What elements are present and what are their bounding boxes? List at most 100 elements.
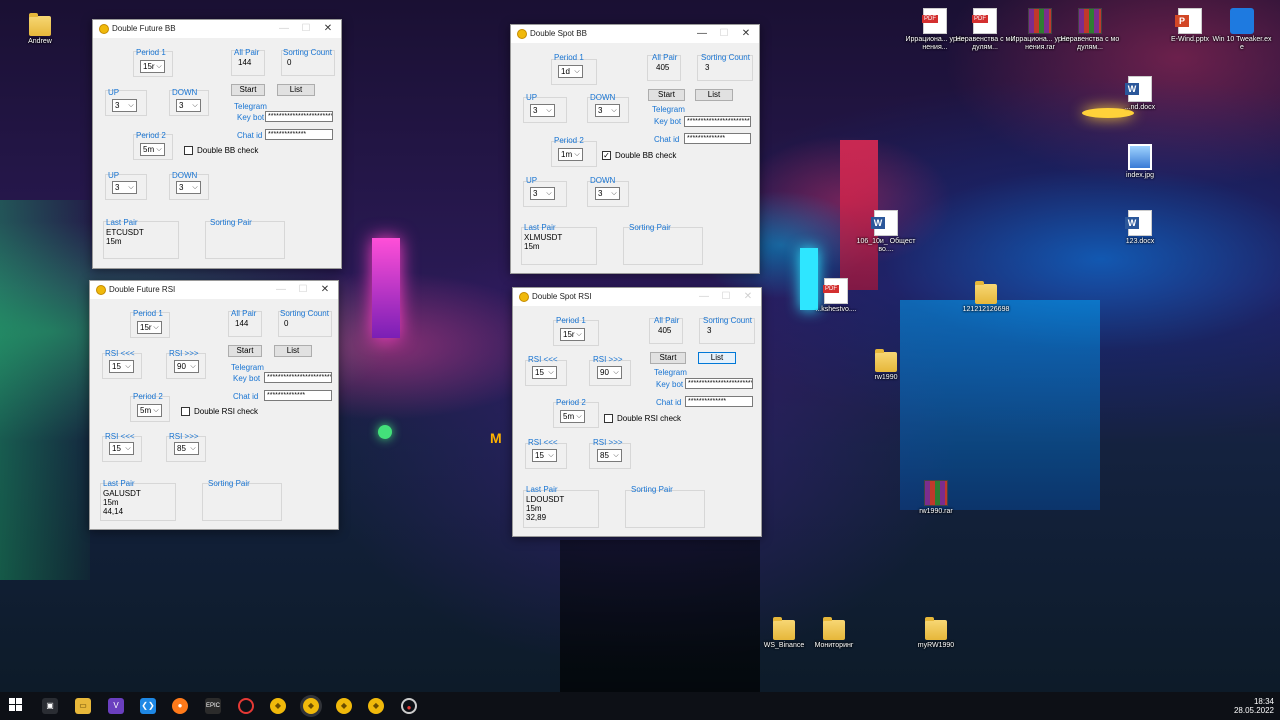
close-icon[interactable]: ✕ (737, 289, 759, 305)
rsi-low-select[interactable]: 15 ⌵ (109, 360, 134, 373)
start-button[interactable]: Start (231, 84, 265, 96)
windows-start-icon[interactable] (8, 698, 24, 714)
down2-label: DOWN (172, 171, 198, 180)
epic-games-icon[interactable]: EPIC (205, 698, 221, 714)
double-bb-check-label: Double BB check (615, 151, 677, 160)
down2-select[interactable]: 3 ⌵ (595, 187, 620, 200)
start-button[interactable]: Start (648, 89, 685, 101)
maximize-icon[interactable]: ☐ (292, 282, 314, 298)
maximize-icon[interactable]: ☐ (295, 21, 317, 37)
chat-id-input[interactable]: ************** (264, 390, 332, 401)
desktop-icon-ewind-pptx[interactable]: E-Wind.pptx (1160, 8, 1220, 44)
list-button[interactable]: List (695, 89, 733, 101)
rsi-high-select[interactable]: 90 ⌵ (597, 366, 622, 379)
desktop-icon-society-doc[interactable]: 106_10и_ Общество.... (856, 210, 916, 254)
double-rsi-checkbox[interactable] (604, 414, 613, 423)
window-double-spot-rsi[interactable]: Double Spot RSI — ☐ ✕ Period 1 15r ⌵ All … (512, 287, 762, 537)
key-bot-label: Key bot (656, 380, 684, 389)
window-double-future-bb[interactable]: Double Future BB — ☐ ✕ Period 1 15r ⌵ All… (92, 19, 342, 269)
desktop-icon-rw1990-folder[interactable]: rw1990 (856, 346, 916, 382)
desktop-icon-myrw1990[interactable]: myRW1990 (906, 614, 966, 650)
start-button[interactable]: Start (228, 345, 262, 357)
rsi-high2-select[interactable]: 85 ⌵ (174, 442, 199, 455)
maximize-icon[interactable]: ☐ (715, 289, 737, 305)
period1-select[interactable]: 15r ⌵ (560, 328, 585, 341)
list-button[interactable]: List (698, 352, 736, 364)
tracker-icon[interactable]: ● (401, 698, 417, 714)
binance-taskbar-icon-4[interactable]: ◆ (368, 698, 384, 714)
chevron-down-icon: ⌵ (613, 452, 619, 459)
period2-select[interactable]: 5m ⌵ (140, 143, 165, 156)
period1-select[interactable]: 15r ⌵ (137, 321, 162, 334)
down2-select[interactable]: 3 ⌵ (176, 181, 201, 194)
maximize-icon[interactable]: ☐ (713, 26, 735, 42)
period1-select[interactable]: 15r ⌵ (140, 60, 165, 73)
visual-studio-icon[interactable]: V (108, 698, 124, 714)
desktop-icon-monitoring[interactable]: Мониторинг (804, 614, 864, 650)
binance-taskbar-icon-1[interactable]: ◆ (270, 698, 286, 714)
desktop-icon-123-docx[interactable]: 123.docx (1110, 210, 1170, 246)
task-view-icon[interactable]: ▣ (42, 698, 58, 714)
minimize-icon[interactable]: — (691, 26, 713, 42)
start-button[interactable]: Start (650, 352, 686, 364)
vscode-icon[interactable]: ❮❯ (140, 698, 156, 714)
window-double-spot-bb[interactable]: Double Spot BB — ☐ ✕ Period 1 1d ⌵ All Pa… (510, 24, 760, 274)
list-button[interactable]: List (274, 345, 312, 357)
opera-icon[interactable] (238, 698, 254, 714)
window-double-future-rsi[interactable]: Double Future RSI — ☐ ✕ Period 1 15r ⌵ Al… (89, 280, 339, 530)
desktop-icon-pdf-2[interactable]: ...kshestvo.... (806, 278, 866, 314)
desktop-icon-win10-tweaker[interactable]: Win 10 Tweaker.exe (1212, 8, 1272, 52)
down-select[interactable]: 3 ⌵ (176, 99, 201, 112)
chat-id-input[interactable]: ************** (684, 133, 751, 144)
key-bot-input[interactable]: *************************** (684, 116, 751, 127)
close-icon[interactable]: ✕ (735, 26, 757, 42)
key-bot-input[interactable]: *************************** (264, 372, 332, 383)
file-explorer-icon[interactable]: ▭ (75, 698, 91, 714)
period2-select[interactable]: 1m ⌵ (558, 148, 583, 161)
key-bot-input[interactable]: *************************** (265, 111, 333, 122)
up2-select[interactable]: 3 ⌵ (530, 187, 555, 200)
binance-taskbar-icon-2[interactable]: ◆ (303, 698, 319, 714)
titlebar[interactable]: Double Future BB — ☐ ✕ (93, 20, 341, 38)
period2-select[interactable]: 5m ⌵ (137, 404, 162, 417)
desktop-icon-inequalities-rar[interactable]: Неравенства с модулям... (1060, 8, 1120, 52)
titlebar[interactable]: Double Future RSI — ☐ ✕ (90, 281, 338, 299)
rsi-low-select[interactable]: 15 ⌵ (532, 366, 557, 379)
desktop-icon-andrew[interactable]: Andrew (10, 10, 70, 46)
rsi-low2-select[interactable]: 15 ⌵ (109, 442, 134, 455)
close-icon[interactable]: ✕ (314, 282, 336, 298)
desktop-icon-index-jpg[interactable]: index.jpg (1110, 144, 1170, 180)
system-clock[interactable]: 18:34 28.05.2022 (1234, 697, 1274, 715)
desktop-icon-docx[interactable]: ...nd.docx (1110, 76, 1170, 112)
binance-taskbar-icon-3[interactable]: ◆ (336, 698, 352, 714)
telegram-label: Telegram (231, 363, 264, 372)
period1-select[interactable]: 1d ⌵ (558, 65, 583, 78)
up2-select[interactable]: 3 ⌵ (112, 181, 137, 194)
rsi-high-select[interactable]: 90 ⌵ (174, 360, 199, 373)
list-button[interactable]: List (277, 84, 315, 96)
rsi-low2-select[interactable]: 15 ⌵ (532, 449, 557, 462)
key-bot-input[interactable]: *************************** (685, 378, 753, 389)
double-bb-checkbox[interactable]: ✓ (602, 151, 611, 160)
titlebar[interactable]: Double Spot BB — ☐ ✕ (511, 25, 759, 43)
minimize-icon[interactable]: — (270, 282, 292, 298)
close-icon[interactable]: ✕ (317, 21, 339, 37)
double-rsi-checkbox[interactable] (181, 407, 190, 416)
up-select[interactable]: 3 ⌵ (112, 99, 137, 112)
desktop-icon-rw1990-rar[interactable]: rw1990.rar (906, 480, 966, 516)
down-select[interactable]: 3 ⌵ (595, 104, 620, 117)
chat-id-input[interactable]: ************** (265, 129, 333, 140)
window-title: Double Future BB (112, 24, 176, 33)
rsi-high2-select[interactable]: 85 ⌵ (597, 449, 622, 462)
chevron-down-icon: ⌵ (546, 107, 552, 114)
period2-select[interactable]: 5m ⌵ (560, 410, 585, 423)
desktop-icon-folder-1212[interactable]: 121212126698 (956, 278, 1016, 314)
firefox-icon[interactable]: ● (172, 698, 188, 714)
titlebar[interactable]: Double Spot RSI — ☐ ✕ (513, 288, 761, 306)
double-bb-checkbox[interactable] (184, 146, 193, 155)
desktop-icon-inequalities-pdf[interactable]: Неравенства с модулям... (955, 8, 1015, 52)
minimize-icon[interactable]: — (693, 289, 715, 305)
up-select[interactable]: 3 ⌵ (530, 104, 555, 117)
chat-id-input[interactable]: ************** (685, 396, 753, 407)
minimize-icon[interactable]: — (273, 21, 295, 37)
